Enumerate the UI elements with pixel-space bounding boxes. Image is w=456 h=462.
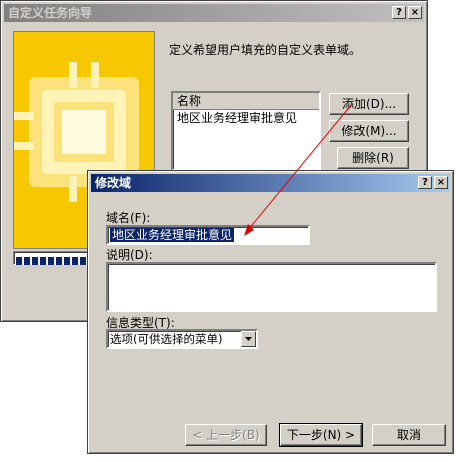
next-button[interactable]: 下一步(N) > — [279, 423, 363, 447]
wizard-titlebar: 自定义任务向导 ? × — [4, 4, 424, 22]
wizard-title: 自定义任务向导 — [8, 6, 93, 20]
dialog-help-button[interactable]: ? — [418, 176, 432, 189]
field-name-input[interactable]: 地区业务经理审批意见 — [106, 225, 310, 245]
dropdown-button[interactable] — [241, 331, 256, 347]
description-textarea[interactable] — [106, 262, 437, 312]
add-button[interactable]: 添加(D)... — [329, 93, 409, 115]
close-button[interactable]: × — [408, 6, 422, 19]
field-name-label: 域名(F): — [106, 211, 151, 225]
info-type-value: 选项(可供选择的菜单) — [110, 332, 223, 346]
help-button[interactable]: ? — [392, 6, 406, 19]
chevron-down-icon — [245, 337, 252, 341]
back-button[interactable]: < 上一步(B) — [185, 424, 267, 446]
dialog-close-button[interactable]: × — [434, 176, 448, 189]
list-item[interactable]: 地区业务经理审批意见 — [177, 110, 297, 126]
list-header[interactable]: 名称 — [173, 93, 319, 110]
info-type-select[interactable]: 选项(可供选择的菜单) — [106, 329, 258, 349]
progress-bar — [13, 251, 93, 265]
cancel-button[interactable]: 取消 — [372, 424, 446, 446]
field-name-value: 地区业务经理审批意见 — [110, 228, 235, 242]
wizard-description: 定义希望用户填充的自定义表单域。 — [169, 43, 362, 57]
modify-button[interactable]: 修改(M)... — [329, 120, 409, 142]
dialog-titlebar: 修改域 ? × — [91, 174, 450, 192]
dialog-title: 修改域 — [95, 176, 132, 190]
delete-button[interactable]: 删除(R) — [337, 147, 409, 169]
fields-list[interactable]: 名称 地区业务经理审批意见 — [171, 91, 321, 171]
description-label: 说明(D): — [106, 248, 153, 262]
modify-field-dialog: 修改域 ? × 域名(F): 地区业务经理审批意见 说明(D): 信息类型(T)… — [87, 170, 454, 454]
